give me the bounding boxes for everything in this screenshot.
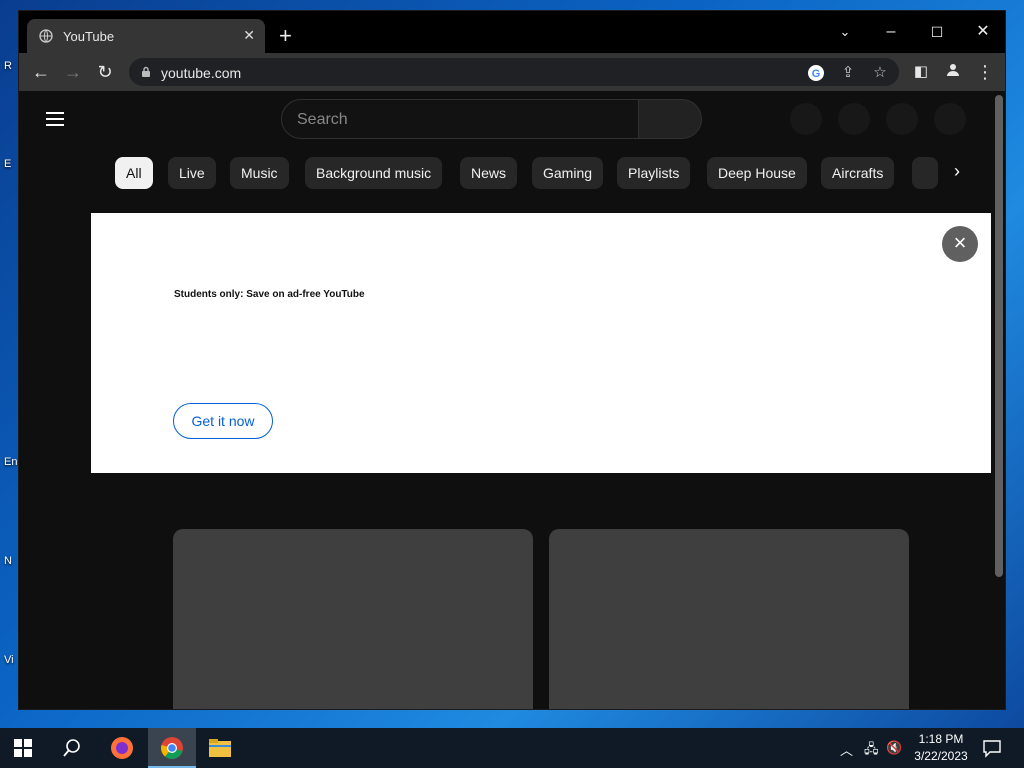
browser-toolbar: ← → ↻ youtube.com G ⇪ ☆ ◧ ⋮ (19, 53, 1005, 91)
clock[interactable]: 1:18 PM 3/22/2023 (906, 731, 976, 765)
clock-time: 1:18 PM (918, 732, 964, 746)
avatar[interactable] (934, 103, 966, 135)
notification-center-icon[interactable] (982, 738, 1002, 758)
tab-search-icon[interactable]: ⌄ (827, 17, 863, 47)
google-icon[interactable]: G (807, 64, 825, 82)
window-close-icon[interactable]: ✕ (965, 17, 1001, 47)
video-thumbnail[interactable] (549, 529, 909, 709)
back-arrow-icon[interactable]: ← (31, 62, 51, 82)
desktop-icon-label[interactable]: En (4, 456, 17, 468)
hamburger-menu-icon[interactable] (46, 112, 64, 126)
browser-tab[interactable]: YouTube ✕ (27, 19, 265, 53)
menu-dots-icon[interactable]: ⋮ (975, 62, 995, 82)
chevron-up-icon[interactable]: ︿ (840, 740, 853, 759)
chip-live[interactable]: Live (168, 157, 216, 189)
promo-close-icon[interactable]: × (942, 226, 978, 262)
video-thumbnail[interactable] (173, 529, 533, 709)
network-icon[interactable]: 🖧 (864, 740, 879, 762)
search-icon[interactable] (62, 738, 82, 758)
chrome-icon[interactable] (160, 736, 184, 760)
file-explorer-icon[interactable] (208, 736, 232, 760)
plus-icon[interactable]: + (279, 25, 292, 47)
clock-date: 3/22/2023 (914, 749, 968, 763)
globe-icon (39, 29, 53, 43)
forward-arrow-icon[interactable]: → (63, 62, 83, 82)
promo-banner: Students only: Save on ad-free YouTube G… (91, 213, 991, 473)
notifications-icon[interactable] (886, 103, 918, 135)
chip-gaming[interactable]: Gaming (532, 157, 604, 189)
svg-text:G: G (812, 68, 821, 80)
chip-all[interactable]: All (115, 157, 153, 189)
desktop-icon-label[interactable]: R (4, 60, 12, 72)
search-box (281, 99, 639, 139)
chip-aircrafts[interactable]: Aircrafts (821, 157, 895, 189)
create-icon[interactable] (838, 103, 870, 135)
minimize-icon[interactable]: – (873, 17, 909, 47)
chip-news[interactable]: News (460, 157, 518, 189)
lock-icon (142, 66, 150, 77)
desktop-icon-label[interactable]: E (4, 158, 11, 170)
promo-text: Students only: Save on ad-free YouTube (174, 289, 365, 300)
scrollbar[interactable] (995, 95, 1003, 577)
chip-deep-house[interactable]: Deep House (707, 157, 807, 189)
chevron-right-icon[interactable]: › (954, 161, 960, 182)
desktop-icon-label[interactable]: N (4, 555, 12, 567)
youtube-page: All Live Music Background music News Gam… (19, 91, 1005, 709)
voice-search-icon[interactable] (790, 103, 822, 135)
chip-playlists[interactable]: Playlists (617, 157, 691, 189)
url-text: youtube.com (161, 65, 242, 81)
desktop-icon-label[interactable]: Vi (4, 654, 14, 666)
profile-icon[interactable] (943, 62, 963, 82)
chip-partial[interactable] (912, 157, 938, 189)
taskbar: ︿ 🖧 🔇 1:18 PM 3/22/2023 (0, 728, 1024, 768)
search-input[interactable] (297, 109, 617, 131)
maximize-icon[interactable]: ☐ (919, 17, 955, 47)
tab-title: YouTube (63, 29, 115, 44)
chip-bar: All Live Music Background music News Gam… (19, 157, 1005, 191)
chip-music[interactable]: Music (230, 157, 289, 189)
browser-window: YouTube ✕ + ⌄ – ☐ ✕ ← → ↻ youtube.com G … (18, 10, 1006, 710)
search-button[interactable] (638, 99, 702, 139)
reload-icon[interactable]: ↻ (95, 62, 115, 82)
volume-muted-icon[interactable]: 🔇 (886, 740, 902, 756)
title-bar: YouTube ✕ + ⌄ – ☐ ✕ (19, 11, 1005, 53)
get-it-now-button[interactable]: Get it now (173, 403, 273, 439)
firefox-icon[interactable] (110, 736, 134, 760)
chip-background-music[interactable]: Background music (305, 157, 443, 189)
side-panel-icon[interactable]: ◧ (911, 62, 931, 82)
windows-start-icon[interactable] (14, 739, 32, 757)
share-icon[interactable]: ⇪ (839, 64, 857, 82)
close-icon[interactable]: ✕ (243, 27, 255, 44)
address-bar[interactable]: youtube.com G ⇪ ☆ (129, 58, 899, 86)
star-icon[interactable]: ☆ (871, 64, 889, 82)
